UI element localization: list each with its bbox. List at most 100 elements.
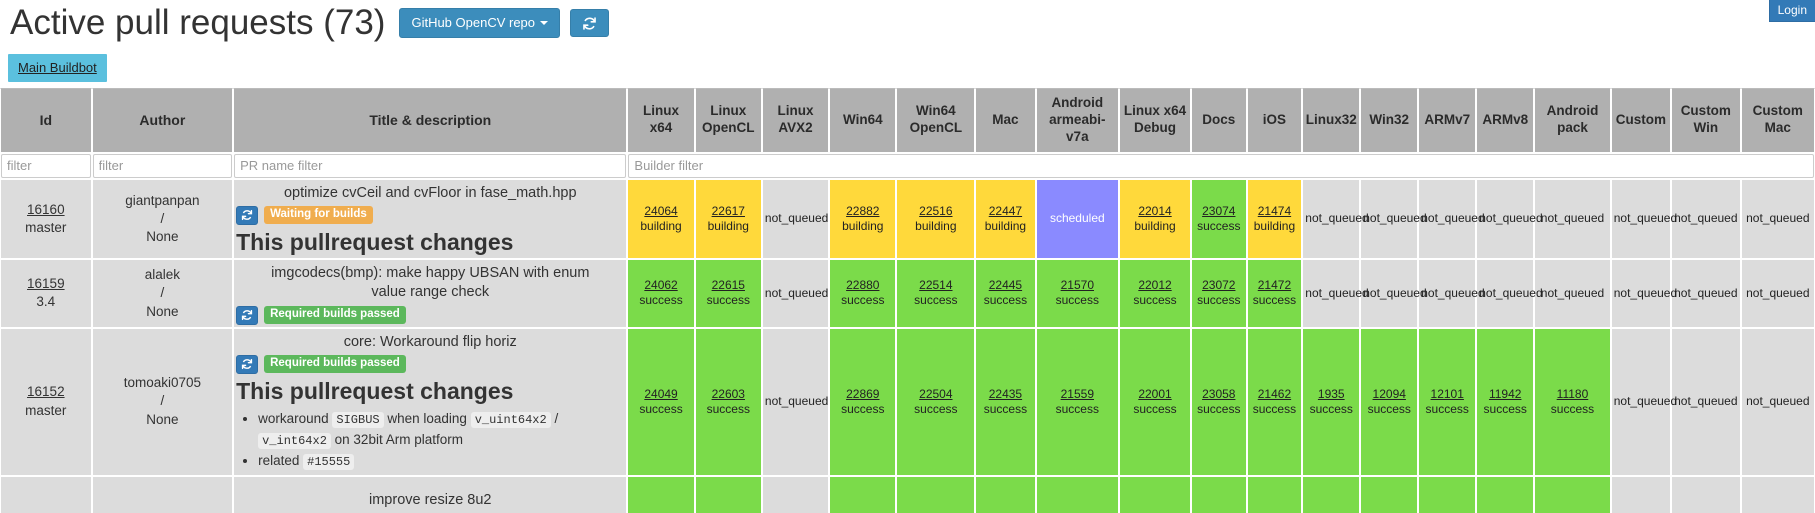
build-status-cell[interactable] <box>1246 475 1303 513</box>
id-filter-input[interactable] <box>1 153 91 178</box>
build-number-link[interactable]: 23074 <box>1194 204 1244 219</box>
build-status-cell[interactable]: not_queued <box>1740 259 1815 328</box>
column-header-custom[interactable]: Custom <box>1610 88 1672 153</box>
build-status-cell[interactable]: 21570 success <box>1035 259 1120 328</box>
build-number-link[interactable]: 12094 <box>1363 387 1415 402</box>
build-number-link[interactable]: 21570 <box>1039 278 1117 293</box>
column-header-linux32[interactable]: Linux32 <box>1302 88 1361 153</box>
column-header-docs[interactable]: Docs <box>1190 88 1247 153</box>
build-number-link[interactable]: 24064 <box>630 204 691 219</box>
refresh-icon[interactable] <box>236 205 259 225</box>
build-status-cell[interactable]: not_queued <box>1360 259 1427 328</box>
column-header-author[interactable]: Author <box>91 88 234 153</box>
build-status-cell[interactable]: not_queued <box>1418 259 1485 328</box>
column-header-ios[interactable]: iOS <box>1246 88 1303 153</box>
build-status-cell[interactable]: 21559 success <box>1035 327 1120 476</box>
pr-id-link[interactable]: 16160 <box>3 201 89 219</box>
build-status-cell[interactable]: 21474 building <box>1246 178 1303 260</box>
build-number-link[interactable]: 22504 <box>899 387 972 402</box>
pr-title[interactable]: optimize cvCeil and cvFloor in fase_math… <box>236 182 624 203</box>
column-header-linux-avx2[interactable]: Linux AVX2 <box>761 88 830 153</box>
pr-id-link[interactable]: 16159 <box>3 275 89 293</box>
pr-name-filter-input[interactable] <box>234 153 627 178</box>
build-status-cell[interactable]: not_queued <box>761 259 830 328</box>
build-status-cell[interactable]: not_queued <box>1671 259 1741 328</box>
build-status-cell[interactable]: not_queued <box>1610 259 1677 328</box>
build-status-cell[interactable]: not_queued <box>1360 178 1427 260</box>
column-header-armv8[interactable]: ARMv8 <box>1476 88 1535 153</box>
refresh-icon[interactable] <box>236 354 259 374</box>
build-status-cell[interactable] <box>1476 475 1535 513</box>
build-status-cell[interactable]: not_queued <box>1740 178 1815 260</box>
column-header-android-pack[interactable]: Android pack <box>1534 88 1611 153</box>
build-status-cell[interactable]: 23058 success <box>1190 327 1247 476</box>
build-status-cell[interactable]: 22014 building <box>1119 178 1191 260</box>
build-status-cell[interactable]: 24064 building <box>627 178 695 260</box>
build-status-cell[interactable]: 24049 success <box>627 327 695 476</box>
build-status-cell[interactable] <box>1671 475 1741 513</box>
build-status-cell[interactable] <box>896 475 976 513</box>
build-number-link[interactable]: 12101 <box>1421 387 1473 402</box>
build-number-link[interactable]: 22880 <box>832 278 893 293</box>
build-status-cell[interactable] <box>1035 475 1120 513</box>
build-number-link[interactable]: 22445 <box>978 278 1032 293</box>
build-number-link[interactable]: 23058 <box>1194 387 1244 402</box>
build-status-cell[interactable]: not_queued <box>1671 327 1741 476</box>
build-number-link[interactable]: 22516 <box>899 204 972 219</box>
refresh-icon[interactable] <box>236 305 259 325</box>
build-status-cell[interactable]: not_queued <box>1740 327 1815 476</box>
build-status-cell[interactable]: not_queued <box>1302 178 1369 260</box>
column-header-title-description[interactable]: Title & description <box>233 88 628 153</box>
build-status-cell[interactable]: 22012 success <box>1119 259 1191 328</box>
column-header-win64-opencl[interactable]: Win64 OpenCL <box>896 88 976 153</box>
build-number-link[interactable]: 22014 <box>1122 204 1188 219</box>
pr-title[interactable]: core: Workaround flip horiz <box>236 331 624 352</box>
build-status-cell[interactable]: not_queued <box>1302 259 1369 328</box>
build-number-link[interactable]: 1935 <box>1305 387 1357 402</box>
build-number-link[interactable]: 22603 <box>698 387 759 402</box>
build-status-cell[interactable]: 22001 success <box>1119 327 1191 476</box>
build-number-link[interactable]: 24062 <box>630 278 691 293</box>
build-status-cell[interactable] <box>1610 475 1672 513</box>
login-button[interactable]: Login <box>1768 0 1815 22</box>
build-number-link[interactable]: 21559 <box>1039 387 1117 402</box>
build-number-link[interactable]: 21462 <box>1250 387 1300 402</box>
author-filter-input[interactable] <box>92 153 233 178</box>
build-number-link[interactable]: 22012 <box>1122 278 1188 293</box>
build-number-link[interactable]: 11942 <box>1479 387 1531 402</box>
build-status-cell[interactable] <box>829 475 897 513</box>
build-status-cell[interactable] <box>694 475 762 513</box>
build-number-link[interactable]: 21472 <box>1250 278 1300 293</box>
pr-title[interactable]: imgcodecs(bmp): make happy UBSAN with en… <box>236 262 624 302</box>
build-status-cell[interactable]: 22447 building <box>975 178 1036 260</box>
build-status-cell[interactable]: not_queued <box>1610 178 1677 260</box>
build-status-cell[interactable]: 12101 success <box>1418 327 1477 476</box>
build-status-cell[interactable]: not_queued <box>761 327 830 476</box>
build-status-cell[interactable]: not_queued <box>1418 178 1485 260</box>
build-number-link[interactable]: 22514 <box>899 278 972 293</box>
build-number-link[interactable]: 22001 <box>1122 387 1188 402</box>
build-status-cell[interactable]: 22435 success <box>975 327 1036 476</box>
build-status-cell[interactable] <box>1534 475 1611 513</box>
build-number-link[interactable]: 22617 <box>698 204 759 219</box>
pr-title[interactable]: improve resize 8u2 <box>236 489 624 510</box>
build-status-cell[interactable]: 22882 building <box>829 178 897 260</box>
build-status-cell[interactable]: not_queued <box>1534 259 1611 328</box>
column-header-custom-win[interactable]: Custom Win <box>1671 88 1741 153</box>
build-status-cell[interactable] <box>1360 475 1419 513</box>
tab-main-buildbot[interactable]: Main Buildbot <box>8 54 107 82</box>
column-header-armv7[interactable]: ARMv7 <box>1418 88 1477 153</box>
build-status-cell[interactable]: 21462 success <box>1246 327 1303 476</box>
build-status-cell[interactable]: not_queued <box>1476 259 1543 328</box>
build-status-cell[interactable]: 22880 success <box>829 259 897 328</box>
build-status-cell[interactable] <box>627 475 695 513</box>
build-status-cell[interactable] <box>1119 475 1191 513</box>
pr-id-link[interactable]: 16152 <box>3 383 89 401</box>
builder-filter-input[interactable] <box>628 153 1814 178</box>
build-status-cell[interactable]: 11180 success <box>1534 327 1611 476</box>
build-number-link[interactable]: 22869 <box>832 387 893 402</box>
build-number-link[interactable]: 22447 <box>978 204 1032 219</box>
build-status-cell[interactable] <box>1302 475 1361 513</box>
build-status-cell[interactable]: 1935 success <box>1302 327 1361 476</box>
build-status-cell[interactable]: 22516 building <box>896 178 976 260</box>
